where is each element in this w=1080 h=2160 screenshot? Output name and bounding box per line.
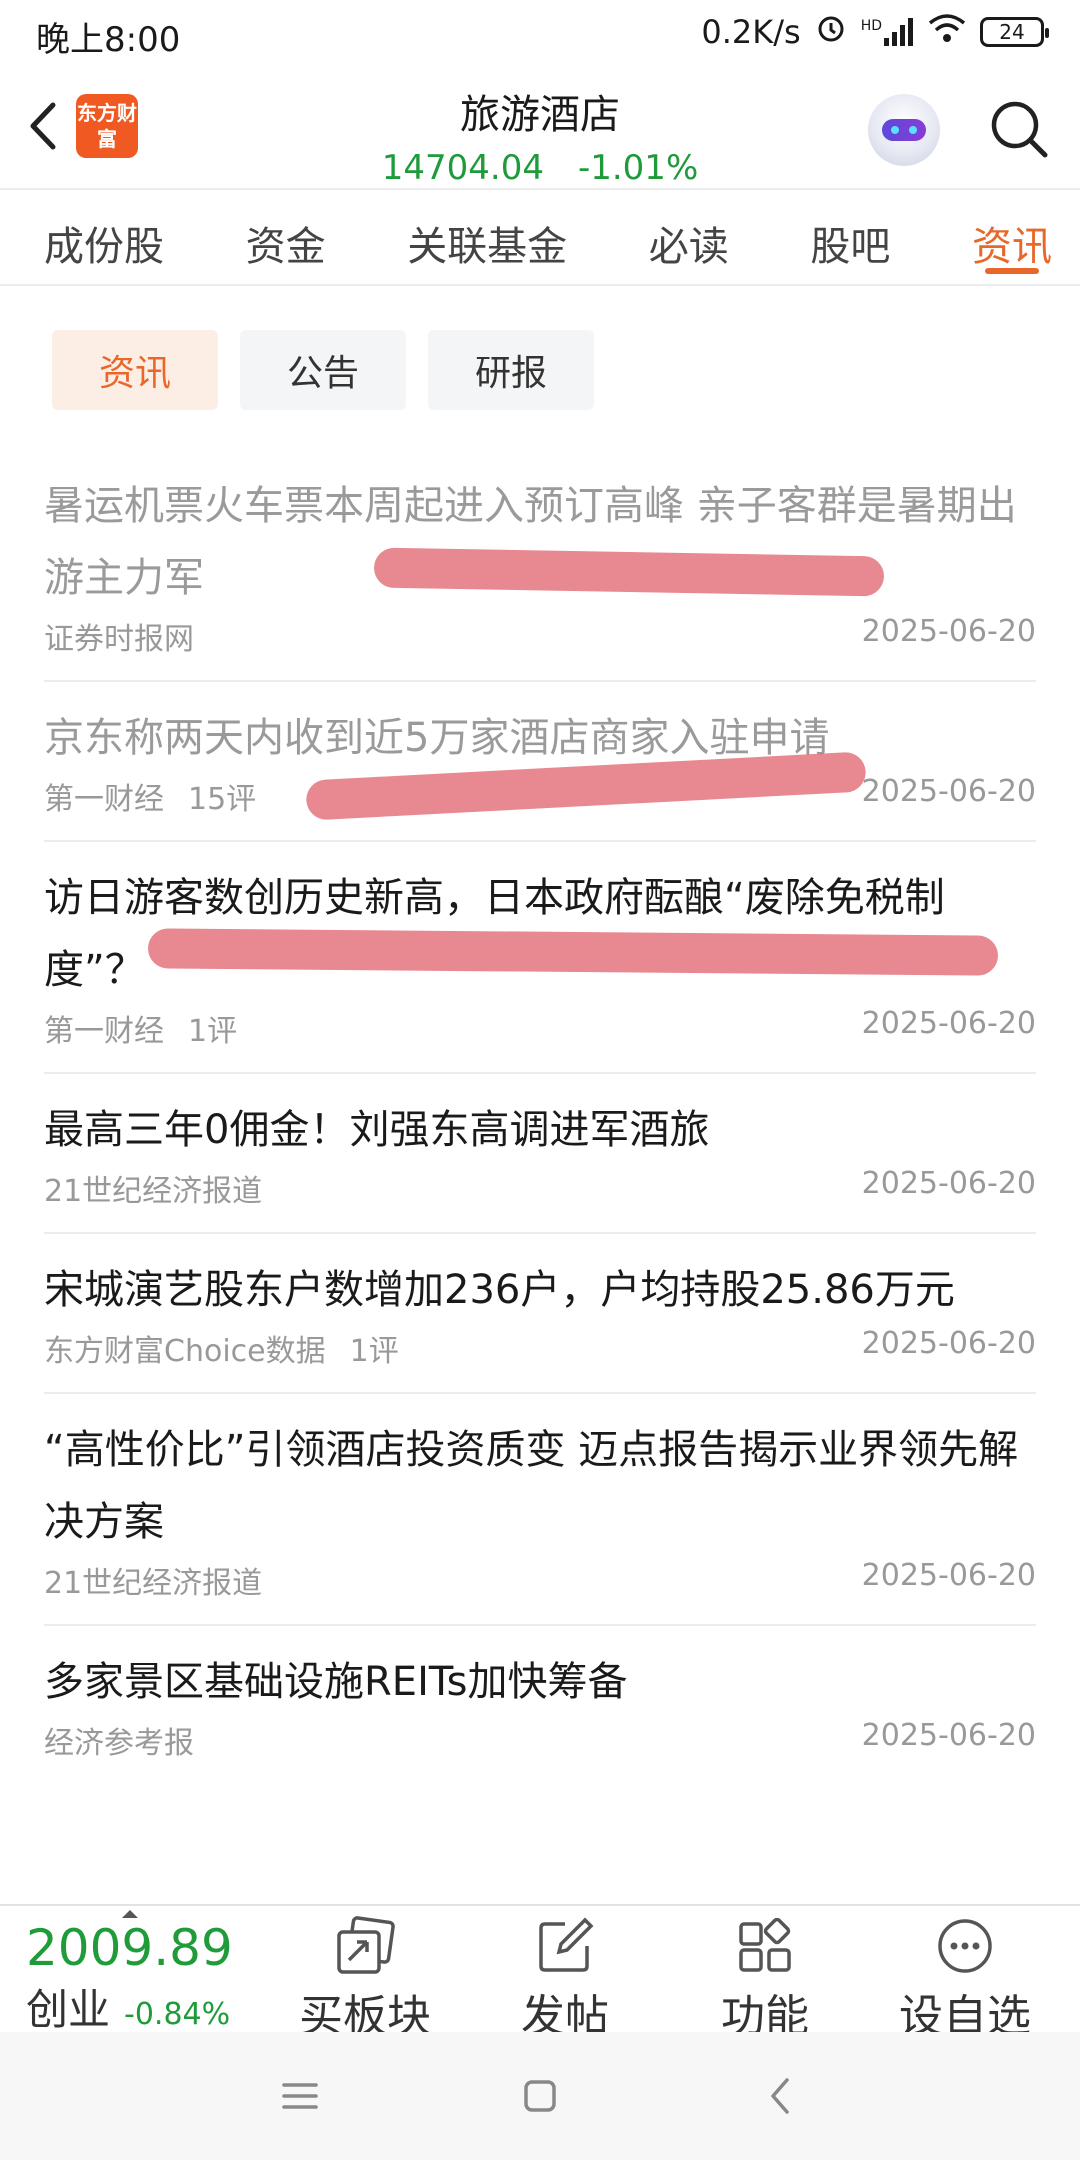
home-button[interactable]	[510, 2066, 570, 2126]
news-date: 2025-06-20	[861, 1166, 1036, 1201]
sector-icon	[270, 1914, 460, 1978]
news-meta: 东方财富Choice数据 1评 2025-06-20	[44, 1326, 1036, 1370]
news-source: 21世纪经济报道	[44, 1566, 263, 1601]
news-comments: 1评	[188, 1014, 238, 1049]
bottom-toolbar: 2009.89 创业 -0.84% 买板块 发帖 功能 设自选	[0, 1904, 1080, 2042]
tab-related-funds[interactable]: 关联基金	[407, 190, 567, 284]
system-navigation-bar	[0, 2032, 1080, 2160]
news-title[interactable]: 访日游客数创历史新高，日本政府酝酿“废除免税制度”？	[44, 862, 1036, 1006]
news-item[interactable]: 京东称两天内收到近5万家酒店商家入驻申请 第一财经 15评 2025-06-20	[44, 682, 1036, 842]
subtab-research[interactable]: 研报	[428, 330, 594, 410]
news-source: 第一财经	[44, 1014, 164, 1049]
alarm-icon	[815, 12, 847, 52]
header-center: 旅游酒店 14704.04 -1.01%	[340, 82, 740, 188]
news-meta: 证券时报网 2025-06-20	[44, 614, 1036, 658]
news-item[interactable]: 最高三年0佣金！刘强东高调进军酒旅 21世纪经济报道 2025-06-20	[44, 1074, 1036, 1234]
functions-button[interactable]: 功能	[670, 1914, 860, 2044]
tab-forum[interactable]: 股吧	[810, 190, 890, 284]
news-date: 2025-06-20	[861, 1006, 1036, 1041]
status-time: 晚上8:00	[36, 20, 181, 60]
sub-tab-bar: 资讯 公告 研报	[52, 330, 594, 410]
news-item[interactable]: 多家景区基础设施REITs加快筹备 经济参考报 2025-06-20	[44, 1626, 1036, 1784]
news-title[interactable]: 最高三年0佣金！刘强东高调进军酒旅	[44, 1094, 1036, 1166]
news-comments: 1评	[349, 1334, 399, 1369]
sector-price: 14704.04	[381, 148, 544, 188]
menu-icon	[282, 2083, 318, 2109]
post-button[interactable]: 发帖	[470, 1914, 660, 2044]
news-meta: 21世纪经济报道 2025-06-20	[44, 1558, 1036, 1602]
caret-up-icon	[122, 1910, 138, 1918]
news-title[interactable]: 宋城演艺股东户数增加236户，户均持股25.86万元	[44, 1254, 1036, 1326]
tab-news[interactable]: 资讯	[972, 190, 1052, 284]
wifi-icon	[928, 13, 966, 51]
news-meta: 第一财经 1评 2025-06-20	[44, 1006, 1036, 1050]
status-icons: 0.2K/s HD 24	[701, 12, 1049, 52]
chevron-left-icon	[771, 2078, 789, 2114]
battery-level: 24	[999, 20, 1025, 44]
news-source: 第一财经	[44, 782, 164, 817]
system-back-button[interactable]	[750, 2066, 810, 2126]
news-title[interactable]: 京东称两天内收到近5万家酒店商家入驻申请	[44, 702, 1036, 774]
sector-change: -1.01%	[577, 148, 699, 188]
network-speed: 0.2K/s	[701, 13, 801, 51]
header-quote: 14704.04 -1.01%	[340, 148, 740, 188]
more-icon	[870, 1914, 1060, 1978]
signal-icon: HD	[861, 18, 914, 46]
news-item[interactable]: 宋城演艺股东户数增加236户，户均持股25.86万元 东方财富Choice数据 …	[44, 1234, 1036, 1394]
index-value: 2009.89	[26, 1919, 233, 1977]
search-icon	[991, 101, 1048, 158]
news-title[interactable]: 多家景区基础设施REITs加快筹备	[44, 1646, 1036, 1718]
tab-constituents[interactable]: 成份股	[44, 190, 164, 284]
news-meta: 第一财经 15评 2025-06-20	[44, 774, 1036, 818]
index-change: -0.84%	[124, 1997, 231, 2032]
news-source: 证券时报网	[44, 622, 194, 657]
news-list: 暑运机票火车票本周起进入预订高峰 亲子客群是暑期出游主力军 证券时报网 2025…	[44, 450, 1036, 1784]
news-title[interactable]: “高性价比”引领酒店投资质变 迈点报告揭示业界领先解决方案	[44, 1414, 1036, 1558]
tab-must-read[interactable]: 必读	[649, 190, 729, 284]
status-bar: 晚上8:00 0.2K/s HD 24	[0, 0, 1080, 64]
news-meta: 21世纪经济报道 2025-06-20	[44, 1166, 1036, 1210]
menu-button[interactable]	[270, 2066, 330, 2126]
news-date: 2025-06-20	[861, 1718, 1036, 1753]
subtab-announcements[interactable]: 公告	[240, 330, 406, 410]
robot-assistant-avatar[interactable]	[868, 94, 940, 166]
buy-sector-button[interactable]: 买板块	[270, 1914, 460, 2044]
back-arrow-icon	[30, 102, 56, 150]
tab-funds-flow[interactable]: 资金	[246, 190, 326, 284]
news-date: 2025-06-20	[861, 774, 1036, 809]
subtab-news[interactable]: 资讯	[52, 330, 218, 410]
news-title[interactable]: 暑运机票火车票本周起进入预订高峰 亲子客群是暑期出游主力军	[44, 470, 1036, 614]
news-item[interactable]: “高性价比”引领酒店投资质变 迈点报告揭示业界领先解决方案 21世纪经济报道 2…	[44, 1394, 1036, 1626]
news-source: 经济参考报	[44, 1726, 194, 1761]
header: 东方财富 旅游酒店 14704.04 -1.01%	[0, 64, 1080, 190]
news-comments: 15评	[188, 782, 257, 817]
news-item[interactable]: 访日游客数创历史新高，日本政府酝酿“废除免税制度”？ 第一财经 1评 2025-…	[44, 842, 1036, 1074]
news-item[interactable]: 暑运机票火车票本周起进入预订高峰 亲子客群是暑期出游主力军 证券时报网 2025…	[44, 450, 1036, 682]
app-logo[interactable]: 东方财富	[76, 94, 138, 158]
news-meta: 经济参考报 2025-06-20	[44, 1718, 1036, 1762]
add-watchlist-button[interactable]: 设自选	[870, 1914, 1060, 2044]
news-date: 2025-06-20	[861, 1326, 1036, 1361]
signal-hd-label: HD	[860, 18, 882, 34]
index-name: 创业	[26, 1985, 111, 2034]
main-tab-bar: 成份股 资金 关联基金 必读 股吧 资讯	[0, 190, 1080, 286]
news-source: 21世纪经济报道	[44, 1174, 263, 1209]
home-square-icon	[524, 2080, 556, 2112]
battery-icon: 24	[980, 17, 1049, 47]
back-button[interactable]	[20, 94, 64, 158]
news-source: 东方财富Choice数据	[44, 1334, 326, 1369]
bottom-actions: 买板块 发帖 功能 设自选	[270, 1914, 1060, 2044]
news-date: 2025-06-20	[861, 1558, 1036, 1593]
index-ticker[interactable]: 2009.89 创业 -0.84%	[26, 1910, 276, 2037]
page-title: 旅游酒店	[460, 92, 620, 138]
edit-icon	[470, 1914, 660, 1978]
robot-face-icon	[882, 119, 926, 141]
search-button[interactable]	[984, 94, 1054, 164]
news-date: 2025-06-20	[861, 614, 1036, 649]
grid-icon	[670, 1914, 860, 1978]
